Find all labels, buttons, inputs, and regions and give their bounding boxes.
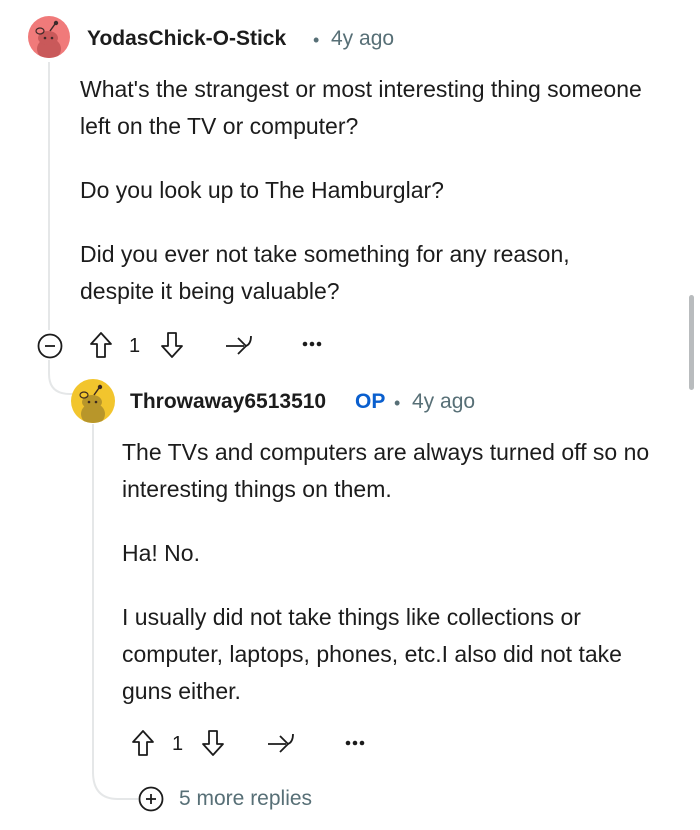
avatar[interactable] (28, 16, 70, 58)
vote-count: 1 (172, 733, 184, 755)
share-icon (268, 733, 294, 753)
share-button[interactable] (224, 332, 254, 358)
meta-separator: • (394, 393, 401, 413)
snoo-avatar-icon (35, 20, 61, 58)
plus-circle-icon (138, 786, 164, 812)
snoo-avatar-icon (79, 384, 105, 423)
op-badge: OP (355, 390, 386, 413)
upvote-button[interactable] (131, 729, 155, 757)
more-options-button[interactable] (345, 740, 365, 746)
arrow-up-icon (132, 730, 154, 756)
share-button[interactable] (266, 730, 296, 756)
reply-timestamp: 4y ago (412, 390, 476, 413)
arrow-down-icon (161, 332, 183, 358)
reply-paragraph: The TVs and computers are always turned … (122, 439, 650, 502)
arrow-down-icon (202, 730, 224, 756)
collapse-button[interactable] (37, 333, 63, 359)
downvote-button[interactable] (160, 331, 184, 359)
reply-author[interactable]: Throwaway6513510 (130, 390, 326, 414)
comment-body: What's the strangest or most interesting… (80, 71, 650, 310)
reply-thread-connector (92, 772, 138, 800)
vote-count: 1 (129, 335, 141, 357)
minus-circle-icon (37, 333, 63, 359)
arrow-up-icon (90, 332, 112, 358)
avatar[interactable] (71, 379, 115, 423)
more-dots-icon (345, 740, 365, 746)
downvote-button[interactable] (201, 729, 225, 757)
thread-line (48, 62, 50, 330)
thread-connector (48, 360, 76, 395)
more-dots-icon (302, 341, 322, 347)
more-replies-button[interactable]: 5 more replies (138, 786, 312, 812)
share-icon (226, 335, 252, 355)
reply-paragraph: Ha! No. (122, 540, 200, 566)
comment-paragraph: What's the strangest or most interesting… (80, 76, 642, 139)
more-replies-label: 5 more replies (179, 787, 313, 810)
scrollbar-thumb[interactable] (689, 295, 694, 390)
comment-paragraph: Do you look up to The Hamburglar? (80, 177, 444, 203)
meta-separator: • (313, 30, 320, 50)
reply-paragraph: I usually did not take things like colle… (122, 604, 622, 704)
reply-thread-line (92, 424, 94, 774)
upvote-button[interactable] (89, 331, 113, 359)
comment-timestamp: 4y ago (331, 27, 395, 50)
comment-paragraph: Did you ever not take something for any … (80, 241, 570, 304)
reply-body: The TVs and computers are always turned … (122, 434, 672, 710)
comment-author[interactable]: YodasChick-O-Stick (87, 27, 286, 51)
more-options-button[interactable] (302, 341, 322, 347)
